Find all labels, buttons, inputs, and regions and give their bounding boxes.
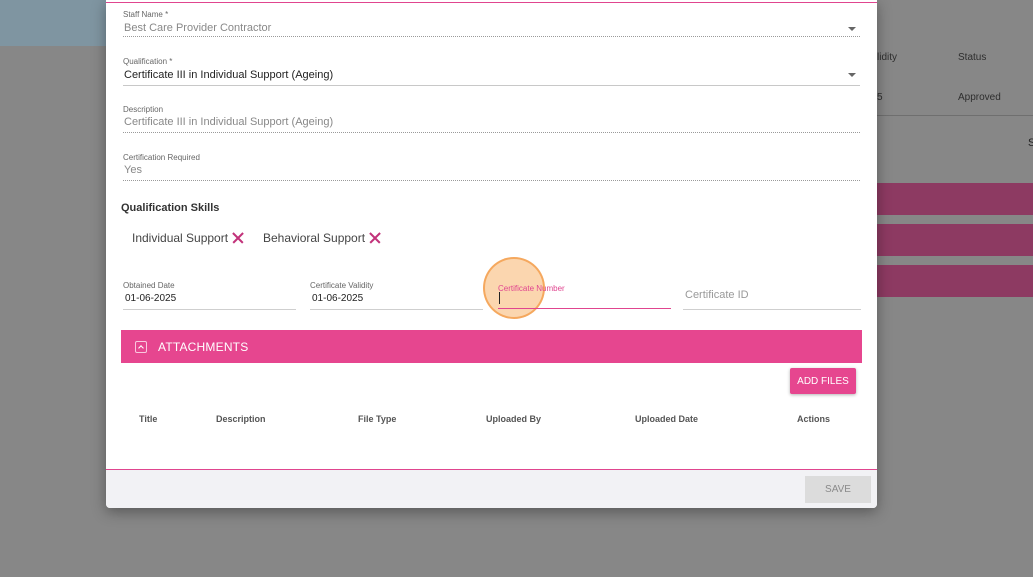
add-files-button[interactable]: ADD FILES xyxy=(790,368,856,394)
staff-name-value: Best Care Provider Contractor xyxy=(124,22,272,34)
obtained-date-value: 01-06-2025 xyxy=(125,293,177,304)
bg-divider xyxy=(877,115,1033,116)
certificate-number-input[interactable] xyxy=(498,308,671,309)
qualification-modal: Staff Name * Best Care Provider Contract… xyxy=(106,0,877,508)
modal-footer: SAVE xyxy=(106,469,877,508)
skill-chip: Individual Support xyxy=(132,229,246,247)
column-header-uploaded-date: Uploaded Date xyxy=(635,414,699,424)
certification-required-label: Certification Required xyxy=(123,153,200,162)
certificate-id-input[interactable]: Certificate ID xyxy=(685,289,749,301)
bg-validity-cell: 5 xyxy=(877,92,883,103)
certification-required-value: Yes xyxy=(124,164,142,176)
footer-border xyxy=(106,469,877,470)
field-underline xyxy=(123,36,860,37)
description-label: Description xyxy=(123,105,164,114)
column-header-actions: Actions xyxy=(797,414,831,424)
field-underline xyxy=(123,85,860,86)
chevron-down-icon[interactable] xyxy=(848,27,856,31)
qualification-skills-title: Qualification Skills xyxy=(121,202,220,214)
description-field: Description Certificate III in Individua… xyxy=(123,105,860,135)
attachments-title: ATTACHMENTS xyxy=(158,339,249,354)
bg-pink-bar xyxy=(877,224,1033,256)
attachments-header[interactable]: ATTACHMENTS xyxy=(121,330,862,363)
field-underline xyxy=(683,309,861,310)
certificate-validity-label: Certificate Validity xyxy=(310,281,374,290)
close-icon[interactable] xyxy=(367,230,383,246)
bg-pink-bar xyxy=(877,183,1033,215)
field-underline xyxy=(123,309,296,310)
skill-chip-label: Behavioral Support xyxy=(263,231,366,245)
certificate-number-label: Certificate Number xyxy=(498,284,565,293)
column-header-uploaded-by: Uploaded By xyxy=(486,414,542,424)
column-header-description: Description xyxy=(216,414,266,424)
bg-status-cell: Approved xyxy=(958,92,1001,103)
certificate-validity-value: 01-06-2025 xyxy=(312,293,364,304)
background-header-strip xyxy=(0,0,110,46)
qualification-label: Qualification * xyxy=(123,57,173,66)
staff-name-label: Staff Name * xyxy=(123,10,169,19)
chevron-down-icon[interactable] xyxy=(848,73,856,77)
column-header-file-type: File Type xyxy=(358,414,397,424)
obtained-date-label: Obtained Date xyxy=(123,281,175,290)
save-button[interactable]: SAVE xyxy=(805,476,871,503)
close-icon[interactable] xyxy=(230,230,246,246)
column-header-title: Title xyxy=(139,414,158,424)
field-underline xyxy=(123,132,860,133)
field-underline xyxy=(123,180,860,181)
skill-chip: Behavioral Support xyxy=(263,229,383,247)
bg-side-letter: S xyxy=(1028,137,1033,149)
field-underline xyxy=(310,309,483,310)
bg-status-header: Status xyxy=(958,52,987,63)
chevron-up-icon[interactable] xyxy=(135,340,147,353)
staff-name-select[interactable]: Staff Name * Best Care Provider Contract… xyxy=(123,10,860,40)
bg-validity-header: lidity xyxy=(877,52,898,63)
skill-chip-label: Individual Support xyxy=(132,231,229,245)
bg-pink-bar xyxy=(877,265,1033,297)
text-cursor xyxy=(499,292,500,304)
qualification-value: Certificate III in Individual Support (A… xyxy=(124,69,334,81)
qualification-select[interactable]: Qualification * Certificate III in Indiv… xyxy=(123,57,860,87)
certification-required-field: Certification Required Yes xyxy=(123,153,860,183)
description-value: Certificate III in Individual Support (A… xyxy=(124,116,334,128)
modal-top-border xyxy=(106,2,877,3)
